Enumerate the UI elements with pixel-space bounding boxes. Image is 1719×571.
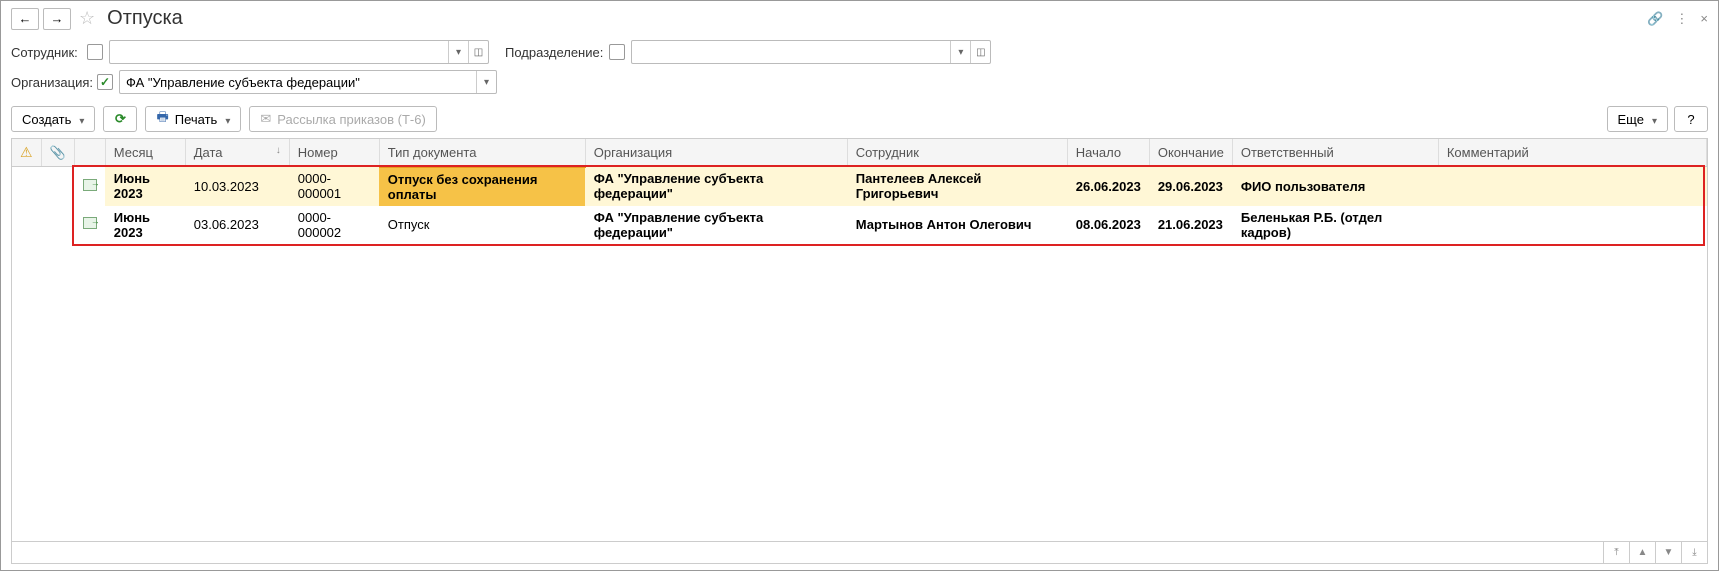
- menu-icon[interactable]: ⋮: [1675, 11, 1688, 27]
- nav-forward-button[interactable]: →: [43, 8, 71, 30]
- cell: Мартынов Антон Олегович: [847, 206, 1067, 244]
- table-container: ⚠ 📎 Месяц Дата↓ Номер Тип документа Орга…: [11, 138, 1708, 564]
- col-warning[interactable]: ⚠: [12, 139, 41, 167]
- col-date[interactable]: Дата↓: [185, 139, 289, 167]
- arrow-left-icon: ←: [19, 11, 32, 26]
- cell: [74, 206, 105, 244]
- mail-icon: ✉: [260, 111, 271, 127]
- cell: [1438, 206, 1706, 244]
- cell: [12, 206, 41, 244]
- star-icon[interactable]: ☆: [79, 8, 95, 29]
- department-select[interactable]: ▾ ◫: [631, 40, 991, 64]
- organization-value: ФА "Управление субъекта федерации": [120, 75, 476, 90]
- chevron-down-icon[interactable]: ▾: [448, 41, 468, 63]
- arrow-right-icon: →: [51, 11, 64, 26]
- cell: 03.06.2023: [185, 206, 289, 244]
- chevron-down-icon: [223, 112, 230, 127]
- col-doc-type[interactable]: Тип документа: [379, 139, 585, 167]
- cell: [1438, 167, 1706, 206]
- filter-row-1: Сотрудник: ▾ ◫ Подразделение: ▾ ◫: [11, 40, 1708, 64]
- cell: Беленькая Р.Б. (отдел кадров): [1232, 206, 1438, 244]
- cell: ФА "Управление субъекта федерации": [585, 206, 847, 244]
- col-responsible[interactable]: Ответственный: [1232, 139, 1438, 167]
- col-number[interactable]: Номер: [289, 139, 379, 167]
- cell: [74, 167, 105, 206]
- vacation-table: ⚠ 📎 Месяц Дата↓ Номер Тип документа Орга…: [12, 139, 1707, 244]
- cell: ФИО пользователя: [1232, 167, 1438, 206]
- toolbar: Создать ⟳ 🖶 Печать ✉ Рассылка приказов (…: [11, 106, 1708, 132]
- more-button[interactable]: Еще: [1607, 106, 1668, 132]
- print-button[interactable]: 🖶 Печать: [145, 106, 241, 132]
- cell: [41, 167, 74, 206]
- chevron-down-icon: [77, 112, 84, 127]
- employee-label: Сотрудник:: [11, 45, 81, 60]
- cell: 0000-000001: [289, 167, 379, 206]
- department-label: Подразделение:: [505, 45, 603, 60]
- col-employee[interactable]: Сотрудник: [847, 139, 1067, 167]
- sort-down-icon: ↓: [276, 145, 281, 156]
- table-row[interactable]: Июнь 202310.03.20230000-000001Отпуск без…: [12, 167, 1707, 206]
- cell: Июнь 2023: [105, 167, 185, 206]
- cell: 10.03.2023: [185, 167, 289, 206]
- cell: 08.06.2023: [1067, 206, 1149, 244]
- open-icon[interactable]: ◫: [970, 41, 990, 63]
- page-title: Отпуска: [107, 7, 183, 30]
- filter-row-2: Организация: ФА "Управление субъекта фед…: [11, 70, 1708, 94]
- print-label: Печать: [175, 112, 218, 127]
- cell: Июнь 2023: [105, 206, 185, 244]
- open-icon[interactable]: ◫: [468, 41, 488, 63]
- mailing-button[interactable]: ✉ Рассылка приказов (Т-6): [249, 106, 436, 132]
- help-button[interactable]: ?: [1674, 106, 1708, 132]
- create-button[interactable]: Создать: [11, 106, 95, 132]
- cell: Пантелеев Алексей Григорьевич: [847, 167, 1067, 206]
- col-end[interactable]: Окончание: [1149, 139, 1232, 167]
- cell: 0000-000002: [289, 206, 379, 244]
- col-organization[interactable]: Организация: [585, 139, 847, 167]
- employee-select[interactable]: ▾ ◫: [109, 40, 489, 64]
- document-icon: [83, 217, 97, 229]
- nav-back-button[interactable]: ←: [11, 8, 39, 30]
- chevron-down-icon: [1650, 112, 1657, 127]
- mailing-label: Рассылка приказов (Т-6): [277, 112, 426, 127]
- cell: [12, 167, 41, 206]
- scroll-top-button[interactable]: ⤒: [1603, 542, 1629, 563]
- col-icon[interactable]: [74, 139, 105, 167]
- print-icon: 🖶: [156, 108, 168, 130]
- help-label: ?: [1687, 112, 1694, 127]
- employee-filter-checkbox[interactable]: [87, 44, 103, 60]
- document-icon: [83, 179, 97, 191]
- col-month[interactable]: Месяц: [105, 139, 185, 167]
- create-label: Создать: [22, 112, 71, 127]
- cell: [41, 206, 74, 244]
- scroll-down-button[interactable]: ▼: [1655, 542, 1681, 563]
- col-attachment[interactable]: 📎: [41, 139, 74, 167]
- link-icon[interactable]: 🔗: [1647, 11, 1663, 27]
- scroll-bottom-button[interactable]: ⤓: [1681, 542, 1707, 563]
- table-footer: ⤒ ▲ ▼ ⤓: [12, 541, 1707, 563]
- col-start[interactable]: Начало: [1067, 139, 1149, 167]
- col-comment[interactable]: Комментарий: [1438, 139, 1706, 167]
- organization-select[interactable]: ФА "Управление субъекта федерации" ▾: [119, 70, 497, 94]
- chevron-down-icon[interactable]: ▾: [950, 41, 970, 63]
- cell: 26.06.2023: [1067, 167, 1149, 206]
- scroll-up-button[interactable]: ▲: [1629, 542, 1655, 563]
- attachment-icon: 📎: [50, 145, 66, 160]
- chevron-down-icon[interactable]: ▾: [476, 71, 496, 93]
- organization-label: Организация:: [11, 75, 91, 90]
- table-row[interactable]: Июнь 202303.06.20230000-000002ОтпускФА "…: [12, 206, 1707, 244]
- cell: Отпуск: [379, 206, 585, 244]
- more-label: Еще: [1618, 112, 1644, 127]
- title-bar: ← → ☆ Отпуска 🔗 ⋮ ×: [11, 7, 1708, 30]
- department-filter-checkbox[interactable]: [609, 44, 625, 60]
- close-icon[interactable]: ×: [1700, 11, 1708, 26]
- warning-icon: ⚠: [20, 144, 33, 160]
- cell: 21.06.2023: [1149, 206, 1232, 244]
- cell: ФА "Управление субъекта федерации": [585, 167, 847, 206]
- refresh-icon: ⟳: [115, 111, 126, 127]
- organization-filter-checkbox[interactable]: [97, 74, 113, 90]
- cell: 29.06.2023: [1149, 167, 1232, 206]
- cell: Отпуск без сохранения оплаты: [379, 167, 585, 206]
- refresh-button[interactable]: ⟳: [103, 106, 137, 132]
